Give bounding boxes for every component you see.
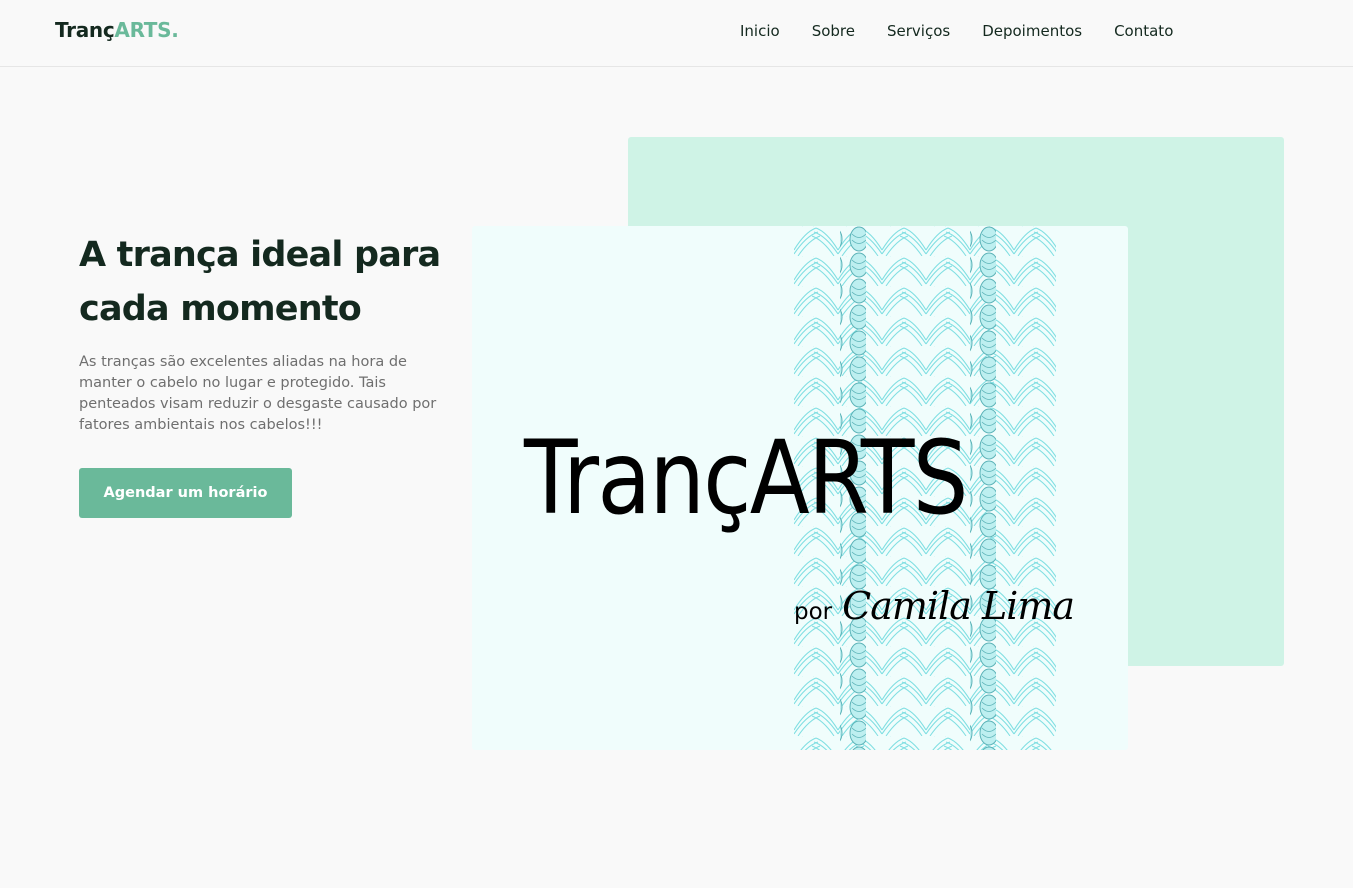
hero-title: A trança ideal para cada momento [79,235,441,329]
logo-text-accent: ARTS. [114,18,179,42]
brand-wordmark: TrançARTS [524,419,968,538]
nav-link-contato[interactable]: Contato [1114,21,1173,41]
nav-link-servicos[interactable]: Serviços [887,21,950,41]
site-header: TrançARTS. Inicio Sobre Serviços Depoime… [0,0,1353,67]
signature-camila-lima: Camila Lima [842,584,1075,628]
schedule-button[interactable]: Agendar um horário [79,468,292,518]
logo-text-dark: Tranç [55,18,115,42]
main-nav: Inicio Sobre Serviços Depoimentos Contat… [740,21,1205,41]
byline-por: por [794,599,833,625]
nav-link-sobre[interactable]: Sobre [812,21,855,41]
brand-byline: por Camila Lima [794,584,1075,628]
hero-description: As tranças são excelentes aliadas na hor… [79,354,437,433]
nav-link-inicio[interactable]: Inicio [740,21,780,41]
nav-link-depoimentos[interactable]: Depoimentos [982,21,1082,41]
hero-image: TrançARTS por Camila Lima [472,226,1128,750]
site-logo[interactable]: TrançARTS. [55,18,179,42]
